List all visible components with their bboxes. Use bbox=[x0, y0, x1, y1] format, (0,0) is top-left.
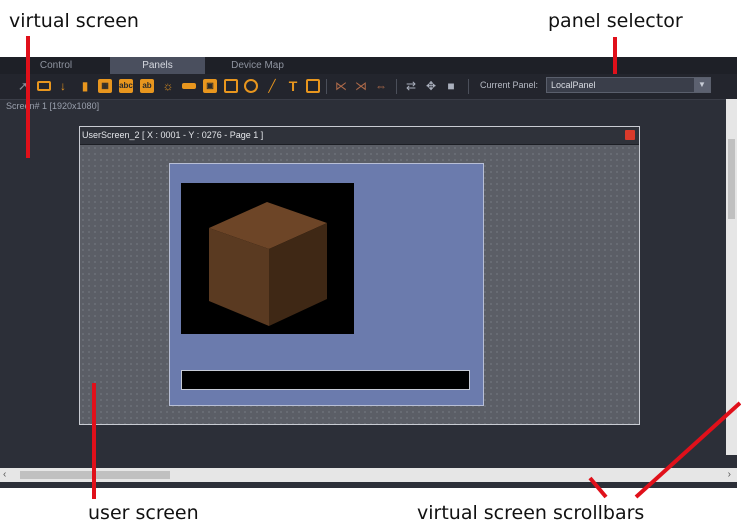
pointer-lines-scrollbars bbox=[588, 401, 741, 499]
